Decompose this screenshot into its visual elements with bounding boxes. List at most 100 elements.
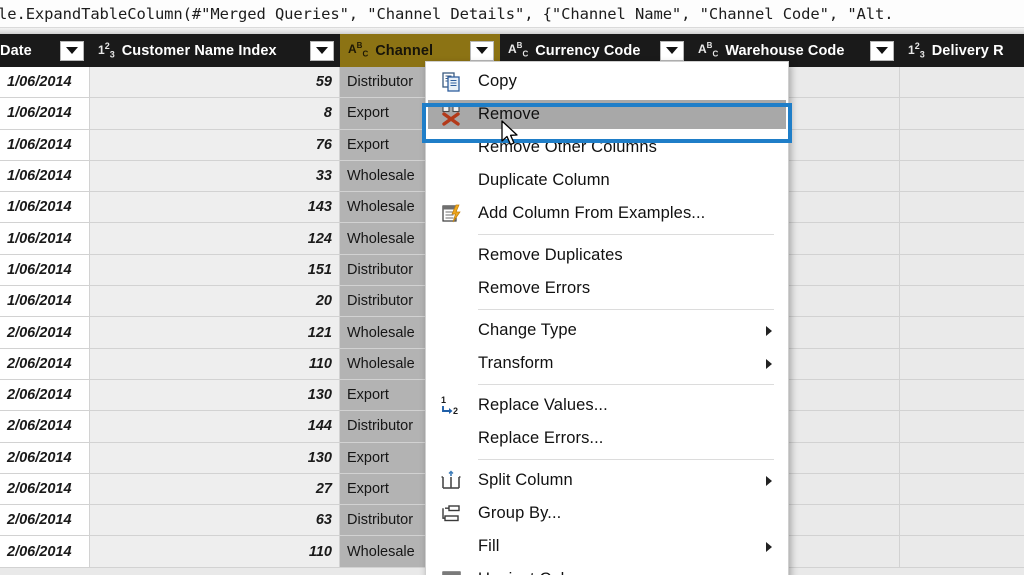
column-filter-dropdown-channel[interactable] xyxy=(470,41,494,61)
cell-empty[interactable] xyxy=(900,474,1024,504)
cell-date[interactable]: 2/06/2014 xyxy=(0,317,90,347)
cell-date[interactable]: 2/06/2014 xyxy=(0,474,90,504)
cell-date[interactable]: 2/06/2014 xyxy=(0,349,90,379)
menu-item-remove-errors[interactable]: Remove Errors xyxy=(426,272,788,305)
menu-item-unpivot-columns[interactable]: Unpivot Columns xyxy=(426,563,788,575)
menu-item-transform[interactable]: Transform xyxy=(426,347,788,380)
chevron-down-icon xyxy=(316,47,328,54)
cell-empty[interactable] xyxy=(900,130,1024,160)
menu-item-icon-slot xyxy=(426,530,478,563)
submenu-chevron-right-icon xyxy=(766,326,772,336)
chevron-down-icon xyxy=(666,47,678,54)
menu-item-icon-slot xyxy=(426,497,478,530)
cell-customer-name-index[interactable]: 124 xyxy=(90,223,340,253)
column-filter-dropdown-currency-code[interactable] xyxy=(660,41,684,61)
cell-customer-name-index[interactable]: 8 xyxy=(90,98,340,128)
menu-item-remove-duplicates[interactable]: Remove Duplicates xyxy=(426,239,788,272)
cell-customer-name-index[interactable]: 144 xyxy=(90,411,340,441)
text-type-icon: ABC xyxy=(348,42,368,58)
cell-date[interactable]: 1/06/2014 xyxy=(0,98,90,128)
menu-item-group-by[interactable]: Group By... xyxy=(426,497,788,530)
menu-item-split-column[interactable]: Split Column xyxy=(426,464,788,497)
cell-customer-name-index[interactable]: 130 xyxy=(90,443,340,473)
cell-customer-name-index[interactable]: 76 xyxy=(90,130,340,160)
cell-date[interactable]: 1/06/2014 xyxy=(0,223,90,253)
menu-item-label: Split Column xyxy=(478,471,573,490)
cell-date[interactable]: 1/06/2014 xyxy=(0,255,90,285)
cell-customer-name-index[interactable]: 110 xyxy=(90,349,340,379)
column-filter-dropdown-customer-name-index[interactable] xyxy=(310,41,334,61)
cell-customer-name-index[interactable]: 110 xyxy=(90,536,340,566)
submenu-chevron-right-icon xyxy=(766,542,772,552)
cell-customer-name-index[interactable]: 121 xyxy=(90,317,340,347)
cell-date[interactable]: 2/06/2014 xyxy=(0,536,90,566)
cell-customer-name-index[interactable]: 20 xyxy=(90,286,340,316)
menu-item-icon-slot xyxy=(426,314,478,347)
no-icon xyxy=(442,138,462,158)
column-context-menu[interactable]: CopyRemoveRemove Other Columns Duplicate … xyxy=(425,61,789,575)
formula-bar[interactable]: le.ExpandTableColumn(#"Merged Queries", … xyxy=(0,0,1024,28)
column-header-customer-name-index[interactable]: 123Customer Name Index xyxy=(90,34,340,67)
column-header-delivery-r[interactable]: 123Delivery R xyxy=(900,34,1024,67)
menu-item-duplicate-column[interactable]: Duplicate Column xyxy=(426,164,788,197)
menu-item-icon-slot xyxy=(426,131,478,164)
cell-empty[interactable] xyxy=(900,536,1024,566)
cell-date[interactable]: 1/06/2014 xyxy=(0,67,90,97)
column-header-date[interactable]: Date xyxy=(0,34,90,67)
menu-item-fill[interactable]: Fill xyxy=(426,530,788,563)
cell-empty[interactable] xyxy=(900,443,1024,473)
cell-empty[interactable] xyxy=(900,349,1024,379)
menu-item-replace-values[interactable]: 12Replace Values... xyxy=(426,389,788,422)
cell-date[interactable]: 1/06/2014 xyxy=(0,161,90,191)
column-filter-dropdown-warehouse-code[interactable] xyxy=(870,41,894,61)
cell-customer-name-index[interactable]: 130 xyxy=(90,380,340,410)
cell-date[interactable]: 2/06/2014 xyxy=(0,443,90,473)
menu-item-add-column-from-examples[interactable]: Add Column From Examples... xyxy=(426,197,788,230)
no-icon xyxy=(442,246,462,266)
cell-empty[interactable] xyxy=(900,505,1024,535)
cell-empty[interactable] xyxy=(900,255,1024,285)
menu-item-label: Add Column From Examples... xyxy=(478,204,705,223)
no-icon xyxy=(442,429,462,449)
menu-separator xyxy=(478,384,774,385)
cell-empty[interactable] xyxy=(900,98,1024,128)
cell-customer-name-index[interactable]: 59 xyxy=(90,67,340,97)
column-filter-dropdown-date[interactable] xyxy=(60,41,84,61)
cell-customer-name-index[interactable]: 143 xyxy=(90,192,340,222)
cell-empty[interactable] xyxy=(900,192,1024,222)
cell-date[interactable]: 1/06/2014 xyxy=(0,286,90,316)
menu-item-remove-other-columns[interactable]: Remove Other Columns xyxy=(426,131,788,164)
column-header-label: Warehouse Code xyxy=(725,43,844,59)
cell-customer-name-index[interactable]: 63 xyxy=(90,505,340,535)
menu-item-copy[interactable]: Copy xyxy=(426,65,788,98)
menu-item-replace-errors[interactable]: Replace Errors... xyxy=(426,422,788,455)
column-header-label: Customer Name Index xyxy=(122,43,277,59)
cell-date[interactable]: 1/06/2014 xyxy=(0,130,90,160)
menu-item-remove[interactable]: Remove xyxy=(426,98,788,131)
menu-item-icon-slot xyxy=(426,347,478,380)
menu-item-label: Duplicate Column xyxy=(478,171,610,190)
cell-date[interactable]: 2/06/2014 xyxy=(0,380,90,410)
chevron-down-icon xyxy=(476,47,488,54)
cell-date[interactable]: 1/06/2014 xyxy=(0,192,90,222)
cell-empty[interactable] xyxy=(900,380,1024,410)
cell-empty[interactable] xyxy=(900,317,1024,347)
menu-item-change-type[interactable]: Change Type xyxy=(426,314,788,347)
cell-customer-name-index[interactable]: 27 xyxy=(90,474,340,504)
cell-date[interactable]: 2/06/2014 xyxy=(0,411,90,441)
cell-empty[interactable] xyxy=(900,411,1024,441)
cell-empty[interactable] xyxy=(900,223,1024,253)
power-query-editor-window: le.ExpandTableColumn(#"Merged Queries", … xyxy=(0,0,1024,575)
formula-bar-text[interactable]: le.ExpandTableColumn(#"Merged Queries", … xyxy=(0,5,893,23)
chevron-down-icon xyxy=(876,47,888,54)
cell-date[interactable]: 2/06/2014 xyxy=(0,505,90,535)
cell-customer-name-index[interactable]: 151 xyxy=(90,255,340,285)
cell-empty[interactable] xyxy=(900,161,1024,191)
cell-empty[interactable] xyxy=(900,67,1024,97)
text-type-icon: ABC xyxy=(508,42,528,58)
column-header-label: Channel xyxy=(375,43,433,59)
menu-separator xyxy=(478,309,774,310)
cell-customer-name-index[interactable]: 33 xyxy=(90,161,340,191)
menu-item-label: Change Type xyxy=(478,321,577,340)
cell-empty[interactable] xyxy=(900,286,1024,316)
